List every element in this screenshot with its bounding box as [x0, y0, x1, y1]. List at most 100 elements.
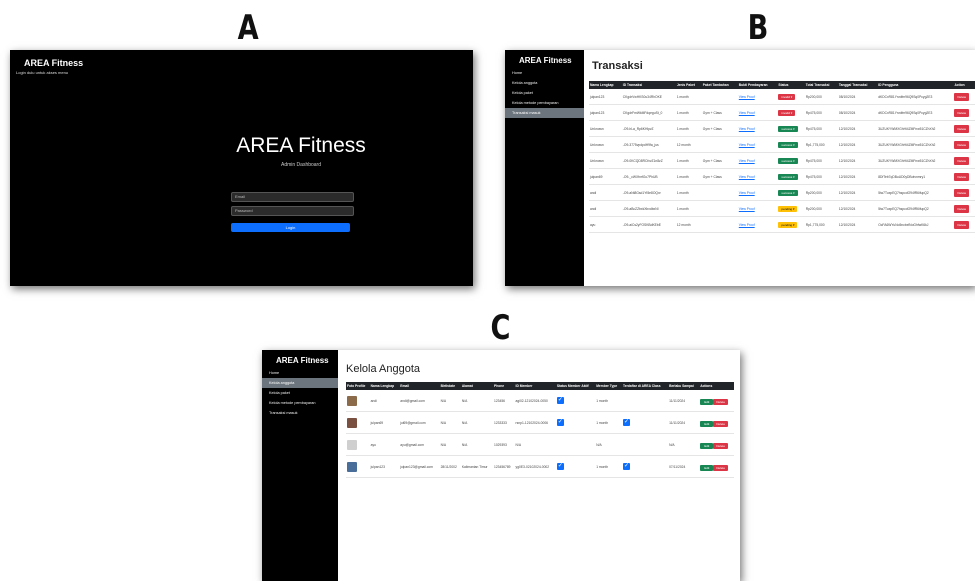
status-label: pending — [781, 206, 793, 211]
member-type-cell: 1 month — [595, 411, 622, 434]
view-proof-link[interactable]: View Proof — [739, 127, 755, 131]
tanggal-cell: 12/10/2024 — [837, 216, 878, 233]
edit-button[interactable]: Edit — [700, 442, 714, 449]
birthdate-cell: N/A — [439, 390, 461, 412]
view-proof-link[interactable]: View Proof — [739, 143, 755, 147]
column-header: Actions — [699, 382, 734, 390]
status-dropdown[interactable]: pending ▾ — [778, 205, 798, 212]
sidebar-item-metode-pembayaran[interactable]: Kelola metode pembayaran — [505, 98, 584, 108]
checkbox-icon[interactable]: ✓ — [556, 419, 564, 426]
status-dropdown[interactable]: success ▾ — [778, 125, 798, 132]
delete-button[interactable]: Delete — [954, 172, 970, 181]
sidebar-item-kelola-paket[interactable]: Kelola paket — [262, 388, 338, 398]
delete-button[interactable]: Delete — [954, 140, 970, 149]
foto-cell — [346, 390, 370, 412]
view-proof-link[interactable]: View Proof — [739, 159, 755, 163]
alamat-cell-text: Kalimantan Timur — [461, 464, 488, 469]
id-pengguna-cell-text: 8DfTeb7qDBuUD0yDBotvnmry1 — [878, 174, 926, 179]
status-dropdown[interactable]: success ▾ — [778, 157, 798, 164]
tanggal-cell: 12/10/2024 — [837, 184, 878, 201]
checkbox-icon[interactable]: ✓ — [556, 397, 564, 404]
view-proof-link[interactable]: View Proof — [739, 95, 755, 99]
bukti-cell: View Proof — [737, 136, 778, 153]
sidebar-item-transaksi-masuk[interactable]: Transaksi masuk — [262, 408, 338, 418]
view-proof-link[interactable]: View Proof — [739, 207, 755, 211]
status-dropdown[interactable]: pending ▾ — [778, 221, 798, 228]
sidebar-item-transaksi-masuk[interactable]: Transaksi masuk — [505, 108, 584, 118]
view-proof-link[interactable]: View Proof — [739, 223, 755, 227]
delete-button[interactable]: Delete — [954, 92, 970, 101]
delete-button[interactable]: Delete — [713, 398, 729, 405]
column-header: Action — [953, 81, 975, 89]
checkbox-icon[interactable]: ✓ — [622, 419, 630, 426]
birthdate-cell: 28/11/2002 — [439, 455, 461, 478]
status-dropdown[interactable]: success ▾ — [778, 189, 798, 196]
id-transaksi-cell-text: -O9-0KCQD8RCfxvZ1n8zZ — [622, 158, 663, 163]
edit-button[interactable]: Edit — [700, 464, 714, 471]
sidebar-item-metode-pembayaran[interactable]: Kelola metode pembayaran — [262, 398, 338, 408]
delete-button[interactable]: Delete — [713, 420, 729, 427]
email-cell-text: andi@gmail.com — [400, 398, 425, 403]
edit-button[interactable]: Edit — [700, 420, 714, 427]
actions-cell: Edit Delete — [699, 390, 734, 412]
delete-button[interactable]: Delete — [954, 188, 970, 197]
status-cell: invalid ▾ — [777, 104, 805, 121]
delete-button[interactable]: Delete — [713, 464, 729, 471]
view-proof-link[interactable]: View Proof — [739, 111, 755, 115]
nama-cell-text: Unknown — [590, 158, 604, 163]
id-pengguna-cell: 8DfTeb7qDBuUD0yDBotvnmry1 — [877, 168, 954, 185]
paket-tambahan-cell — [701, 184, 738, 201]
total-cell-text: Rp475,000 — [805, 110, 822, 115]
login-button[interactable]: Login — [231, 223, 350, 232]
status-label: invalid — [781, 94, 790, 99]
delete-button[interactable]: Delete — [954, 204, 970, 213]
table-row: andi -O9-aBcZZbxkXbxdbxNI 1 month View Proo… — [589, 200, 975, 217]
view-proof-link[interactable]: View Proof — [739, 175, 755, 179]
checkbox-icon[interactable]: ✓ — [556, 463, 564, 470]
delete-button[interactable]: Delete — [954, 220, 970, 229]
area-class-cell — [621, 433, 669, 456]
alamat-cell-text: N/A — [461, 398, 468, 403]
jenis-paket-cell: 1 month — [675, 104, 702, 121]
sidebar-item-home[interactable]: Home — [505, 68, 584, 78]
delete-button[interactable]: Delete — [954, 108, 970, 117]
id-pengguna-cell: 3UZUKYWMXGhHi4ZMFnw51CZhXh2 — [877, 136, 954, 153]
sidebar-item-kelola-anggota[interactable]: Kelola anggota — [262, 378, 338, 388]
delete-button[interactable]: Delete — [954, 124, 970, 133]
id-pengguna-cell: 3UZUKYWMXGhHi4ZMFnw51CZhXh2 — [877, 120, 954, 137]
id-pengguna-cell-text: 3UZUKYWMXGhHi4ZMFnw51CZhXh2 — [878, 126, 936, 131]
id-member-cell-text: N/A — [515, 442, 522, 447]
jenis-paket-cell: 1 month — [675, 120, 702, 137]
email-cell-text: ayu@gmail.com — [400, 442, 424, 447]
tanggal-cell-text: 12/10/2024 — [838, 126, 856, 131]
page-title: Kelola Anggota — [346, 363, 421, 375]
actions-cell: Edit Delete — [699, 411, 734, 434]
nama-cell: julpan69 — [589, 168, 622, 185]
sidebar-item-home[interactable]: Home — [262, 368, 338, 378]
edit-button[interactable]: Edit — [700, 398, 714, 405]
id-pengguna-cell: dKDCxR81Yrvdfm96Q9Sq0Pcyg2E3 — [877, 89, 954, 105]
jenis-paket-cell: 1 month — [675, 168, 702, 185]
email-field[interactable]: Email — [231, 192, 354, 202]
id-member-cell-text: yg0E3-02102024-0002 — [515, 464, 550, 469]
status-cell: pending ▾ — [777, 200, 805, 217]
sidebar-item-kelola-anggota[interactable]: Kelola anggota — [505, 78, 584, 88]
checkbox-icon[interactable]: ✓ — [622, 463, 630, 470]
status-dropdown[interactable]: invalid ▾ — [778, 109, 796, 116]
view-proof-link[interactable]: View Proof — [739, 191, 755, 195]
status-dropdown[interactable]: invalid ▾ — [778, 93, 796, 100]
status-dropdown[interactable]: success ▾ — [778, 173, 798, 180]
total-cell: Rp475,000 — [804, 168, 838, 185]
delete-button[interactable]: Delete — [713, 442, 729, 449]
table-row: Unknown -O9-hLa_Rp6KHlpvZ 1 month Gym + Cla… — [589, 120, 975, 137]
transaksi-table: Nama Lengkap ID Transaksi Jenis Paket Paket… — [589, 81, 975, 233]
total-cell-text: Rp1,775,000 — [805, 142, 825, 147]
delete-button[interactable]: Delete — [954, 156, 970, 165]
status-label: success — [781, 174, 793, 179]
nama-cell: julpan123 — [369, 455, 400, 478]
jenis-paket-cell: 1 month — [675, 152, 702, 169]
status-dropdown[interactable]: success ▾ — [778, 141, 798, 148]
password-field[interactable]: Password — [231, 206, 354, 216]
login-subtitle: Login dulu untuk akses menu — [16, 70, 69, 75]
sidebar-item-kelola-paket[interactable]: Kelola paket — [505, 88, 584, 98]
